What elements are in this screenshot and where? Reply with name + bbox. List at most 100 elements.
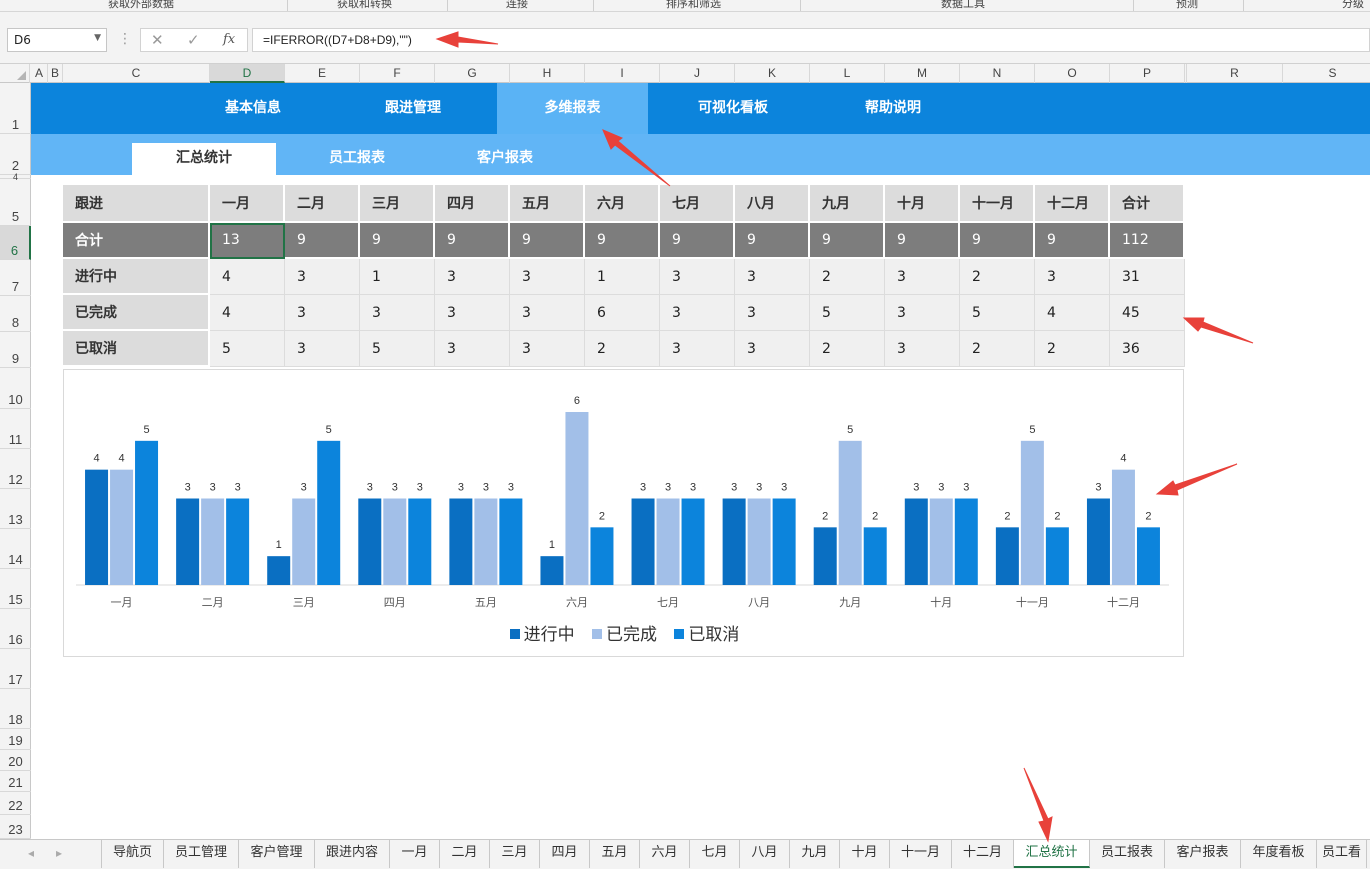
table-header-cell[interactable]: 七月 [660,185,735,223]
row-header[interactable]: 8 [0,296,31,332]
tab-scroll-right-icon[interactable]: ▸ [56,846,62,860]
table-cell[interactable]: 45 [1110,295,1185,331]
chart-bar[interactable] [813,527,837,585]
chart-bar[interactable] [383,498,407,586]
sheet-tab[interactable]: 员工管理 [164,840,239,868]
table-cell[interactable]: 3 [285,331,360,367]
chevron-down-icon[interactable]: ▼ [94,33,101,43]
table-cell[interactable]: 3 [510,295,585,331]
row-header[interactable]: 21 [0,771,31,792]
nav-item-basic-info[interactable]: 基本信息 [201,83,305,134]
sheet-tab[interactable]: 十一月 [890,840,952,868]
chart-bar[interactable] [863,527,887,585]
row-header[interactable]: 17 [0,649,31,689]
sheet-tab[interactable]: 员工报表 [1090,840,1165,868]
chart-bar[interactable] [747,498,771,586]
table-cell[interactable]: 5 [810,295,885,331]
table-cell[interactable]: 1 [585,259,660,295]
table-cell[interactable]: 2 [1035,331,1110,367]
table-header-cell[interactable]: 十二月 [1035,185,1110,223]
column-header[interactable]: L [810,64,885,83]
sheet-tab[interactable]: 二月 [440,840,490,868]
sheet-tab[interactable]: 十二月 [952,840,1014,868]
nav-item-dashboard[interactable]: 可视化看板 [681,83,785,134]
chart-bar[interactable] [1111,469,1135,585]
total-row-cell[interactable]: 9 [435,223,510,259]
sheet-tab[interactable]: 员工看 [1317,840,1367,868]
column-header[interactable]: O [1035,64,1110,83]
row-header[interactable]: 16 [0,609,31,649]
table-cell[interactable]: 3 [885,259,960,295]
chart-bar[interactable] [292,498,316,586]
column-header-selected[interactable]: D [210,64,285,83]
chart-bar[interactable] [317,440,341,585]
chart-bar[interactable] [631,498,655,586]
table-cell[interactable]: 36 [1110,331,1185,367]
tab-scroll-left-icon[interactable]: ◂ [28,846,34,860]
table-cell[interactable]: 5 [210,331,285,367]
chart-bar[interactable] [995,527,1019,585]
row-header[interactable]: 14 [0,529,31,569]
table-cell[interactable]: 2 [810,331,885,367]
table-cell[interactable]: 3 [510,259,585,295]
row-header[interactable]: 5 [0,179,31,226]
row-header-selected[interactable]: 6 [0,226,31,260]
total-row-cell[interactable]: 9 [360,223,435,259]
total-row-cell[interactable]: 9 [810,223,885,259]
chart-bar[interactable] [358,498,382,586]
nav-item-follow-up[interactable]: 跟进管理 [361,83,465,134]
table-cell[interactable]: 3 [510,331,585,367]
row-header[interactable]: 22 [0,792,31,815]
table-header-cell[interactable]: 十一月 [960,185,1035,223]
table-cell[interactable]: 4 [210,295,285,331]
chart-bar[interactable] [954,498,978,586]
column-header[interactable]: S [1283,64,1370,83]
table-cell[interactable]: 3 [735,259,810,295]
table-header-cell[interactable]: 二月 [285,185,360,223]
row-header[interactable]: 2 [0,134,31,175]
total-row-cell[interactable]: 9 [285,223,360,259]
column-header[interactable]: B [48,64,63,83]
table-row-label[interactable]: 进行中 [63,259,210,295]
table-header-cell[interactable]: 十月 [885,185,960,223]
sheet-tab[interactable]: 客户管理 [239,840,315,868]
chart-bar[interactable] [590,527,614,585]
table-row-label[interactable]: 已取消 [63,331,210,367]
table-cell[interactable]: 3 [435,295,510,331]
table-cell[interactable]: 2 [960,259,1035,295]
table-cell[interactable]: 3 [285,295,360,331]
table-cell[interactable]: 3 [660,259,735,295]
row-header[interactable]: 11 [0,409,31,449]
table-cell[interactable]: 3 [285,259,360,295]
row-header[interactable]: 10 [0,368,31,409]
table-header-cell[interactable]: 九月 [810,185,885,223]
chart-bar[interactable] [408,498,432,586]
chart-bar[interactable] [1045,527,1069,585]
row-header[interactable]: 18 [0,689,31,729]
chart-bar[interactable] [838,440,862,585]
chart-bar[interactable] [904,498,928,586]
subnav-item-summary[interactable]: 汇总统计 [132,143,276,175]
chart-bar[interactable] [1136,527,1160,585]
sheet-tab[interactable]: 五月 [590,840,640,868]
row-header[interactable]: 13 [0,489,31,529]
total-row-cell[interactable]: 9 [735,223,810,259]
table-header-cell[interactable]: 三月 [360,185,435,223]
row-header[interactable]: 15 [0,569,31,609]
sheet-tab[interactable]: 三月 [490,840,540,868]
column-header[interactable]: H [510,64,585,83]
table-row-label[interactable]: 已完成 [63,295,210,331]
total-row-cell[interactable]: 9 [1035,223,1110,259]
table-cell[interactable]: 3 [885,331,960,367]
row-header[interactable]: 9 [0,332,31,368]
table-cell[interactable]: 4 [1035,295,1110,331]
subnav-item-customer-report[interactable]: 客户报表 [433,143,577,175]
column-header[interactable]: P [1110,64,1185,83]
sheet-tab[interactable]: 十月 [840,840,890,868]
column-header[interactable]: M [885,64,960,83]
more-icon[interactable]: ⋮ [118,31,132,47]
column-header[interactable]: A [31,64,48,83]
cancel-icon[interactable]: ✕ [151,31,164,49]
table-cell[interactable]: 3 [360,295,435,331]
chart-bar[interactable] [226,498,250,586]
